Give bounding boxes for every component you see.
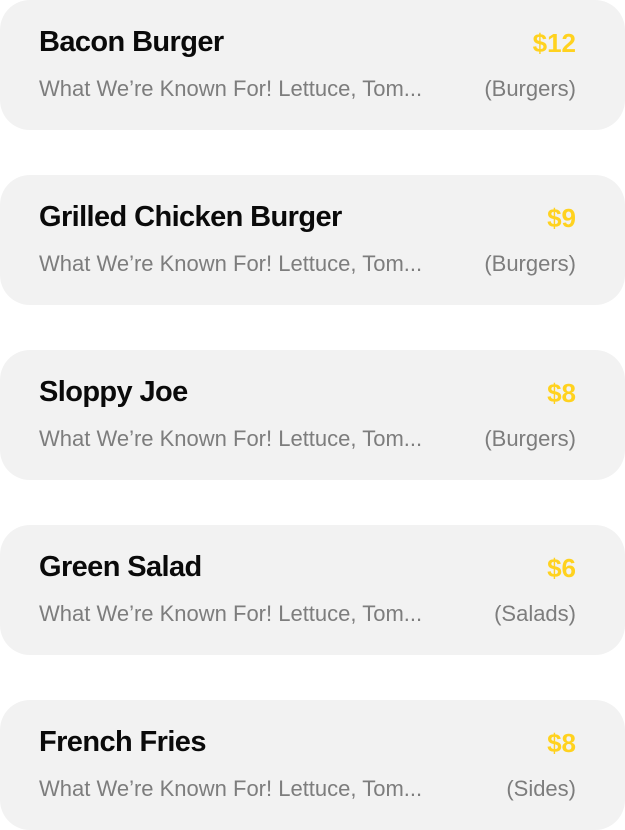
- menu-item-price: $12: [532, 28, 576, 58]
- menu-item-description: What We’re Known For! Lettuce, Tom...: [39, 426, 423, 451]
- menu-item-description: What We’re Known For! Lettuce, Tom...: [39, 601, 423, 626]
- menu-item-category: (Salads): [494, 601, 576, 626]
- menu-item-name: Grilled Chicken Burger: [39, 201, 342, 233]
- menu-item-category: (Burgers): [484, 251, 576, 276]
- menu-item-name: French Fries: [39, 726, 206, 758]
- menu-item-name: Green Salad: [39, 551, 202, 583]
- menu-item-card[interactable]: Grilled Chicken Burger $9 What We’re Kno…: [0, 175, 625, 305]
- menu-item-card[interactable]: Green Salad $6 What We’re Known For! Let…: [0, 525, 625, 655]
- menu-item-category: (Burgers): [484, 76, 576, 101]
- menu-item-card[interactable]: Sloppy Joe $8 What We’re Known For! Lett…: [0, 350, 625, 480]
- menu-item-name: Sloppy Joe: [39, 376, 188, 408]
- menu-item-price: $6: [547, 553, 576, 583]
- menu-item-category: (Burgers): [484, 426, 576, 451]
- menu-item-price: $8: [547, 378, 576, 408]
- menu-item-card[interactable]: Bacon Burger $12 What We’re Known For! L…: [0, 0, 625, 130]
- menu-item-card[interactable]: French Fries $8 What We’re Known For! Le…: [0, 700, 625, 830]
- menu-item-category: (Sides): [506, 776, 576, 801]
- menu-item-price: $9: [547, 203, 576, 233]
- menu-item-list: Bacon Burger $12 What We’re Known For! L…: [0, 0, 625, 830]
- menu-item-description: What We’re Known For! Lettuce, Tom...: [39, 251, 423, 276]
- menu-item-price: $8: [547, 728, 576, 758]
- menu-item-description: What We’re Known For! Lettuce, Tom...: [39, 76, 423, 101]
- menu-item-name: Bacon Burger: [39, 26, 224, 58]
- menu-item-description: What We’re Known For! Lettuce, Tom...: [39, 776, 423, 801]
